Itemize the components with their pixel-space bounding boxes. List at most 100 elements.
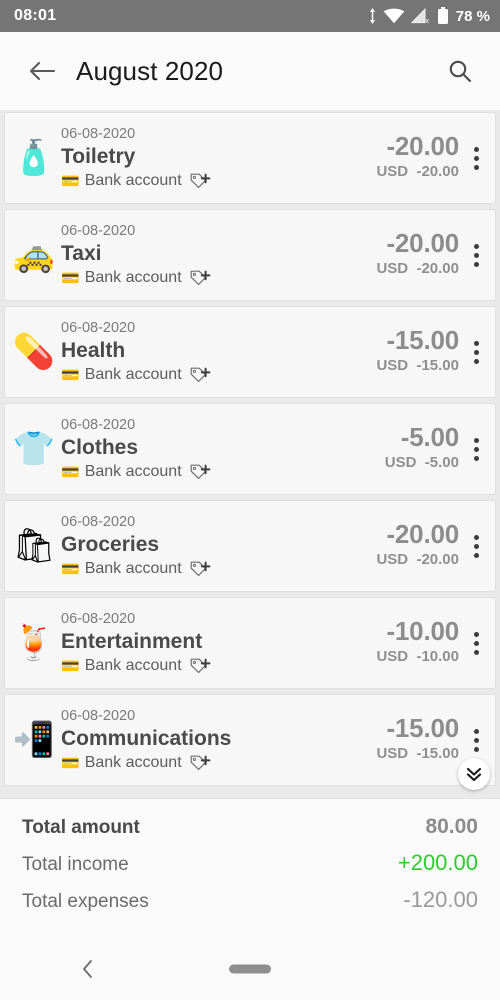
transaction-category: Health xyxy=(61,338,126,362)
credit-card-icon: 💳 xyxy=(61,560,80,578)
transaction-list[interactable]: 🧴 06-08-2020 Toiletry 💳 Bank account -20.00 US… xyxy=(0,110,500,798)
summary-row-total-amount: Total amount 80.00 xyxy=(22,815,478,839)
total-income-label: Total income xyxy=(22,854,129,875)
transaction-category: Toiletry xyxy=(61,144,136,168)
app-root: 08:01 x 78 % August 2020 🧴 06-08-2020 To… xyxy=(0,0,500,1000)
transaction-row[interactable]: 🧴 06-08-2020 Toiletry 💳 Bank account -20.00 US… xyxy=(4,112,496,204)
tag-add-icon[interactable] xyxy=(189,172,211,190)
transaction-account: Bank account xyxy=(84,657,182,675)
credit-card-icon: 💳 xyxy=(61,366,80,384)
transaction-menu-button[interactable] xyxy=(463,523,489,569)
battery-icon xyxy=(437,7,448,24)
transaction-menu-button[interactable] xyxy=(463,232,489,278)
credit-card-icon: 💳 xyxy=(61,657,80,675)
system-nav-bar xyxy=(0,938,500,1000)
cellular-signal-off-icon: x xyxy=(410,8,429,24)
transaction-row[interactable]: 🛍 06-08-2020 Groceries 💳 Bank account -20.00 U… xyxy=(4,500,496,592)
transaction-menu-button[interactable] xyxy=(463,620,489,666)
credit-card-icon: 💳 xyxy=(61,269,80,287)
summary-panel: Total amount 80.00 Total income +200.00 … xyxy=(0,798,500,938)
transaction-converted-value: -20.00 xyxy=(416,551,459,569)
transaction-date: 06-08-2020 xyxy=(61,126,136,143)
home-indicator-pill[interactable] xyxy=(229,964,271,974)
transaction-menu-button[interactable] xyxy=(463,717,489,763)
transaction-row[interactable]: 🍹 06-08-2020 Entertainment 💳 Bank account -10… xyxy=(4,597,496,689)
transaction-account: Bank account xyxy=(84,463,182,481)
toiletry-icon: 🧴 xyxy=(12,139,56,177)
transaction-row[interactable]: 📲 06-08-2020 Communications 💳 Bank account -1… xyxy=(4,694,496,786)
summary-row-total-income: Total income +200.00 xyxy=(22,850,478,876)
kebab-dot xyxy=(473,243,479,249)
transaction-converted-value: -10.00 xyxy=(416,648,459,666)
kebab-dot xyxy=(473,455,479,461)
data-transfer-icon xyxy=(369,8,375,24)
transaction-details: 06-08-2020 Toiletry 💳 Bank account xyxy=(59,125,341,190)
transaction-date: 06-08-2020 xyxy=(61,417,136,434)
transaction-menu-button[interactable] xyxy=(463,329,489,375)
transaction-account: Bank account xyxy=(84,560,182,578)
transaction-date: 06-08-2020 xyxy=(61,320,136,337)
transaction-account-row: 💳 Bank account xyxy=(61,656,341,675)
transaction-amounts: -15.00 USD -15.00 xyxy=(341,326,461,378)
transaction-amount: -15.00 xyxy=(386,713,459,744)
kebab-dot xyxy=(473,640,479,646)
taxi-icon: 🚕 xyxy=(12,236,56,274)
kebab-dot xyxy=(473,746,479,752)
scroll-to-bottom-button[interactable] xyxy=(458,758,490,790)
transaction-amount: -15.00 xyxy=(386,325,459,356)
transaction-currency: USD xyxy=(376,357,409,375)
transaction-amounts: -20.00 USD -20.00 xyxy=(341,229,461,281)
kebab-dot xyxy=(473,349,479,355)
transaction-currency: USD xyxy=(376,745,409,763)
transaction-amounts: -5.00 USD -5.00 xyxy=(341,423,461,475)
status-icon-group: x 78 % xyxy=(368,7,490,25)
transaction-account: Bank account xyxy=(84,754,182,772)
credit-card-icon: 💳 xyxy=(61,172,80,190)
transaction-converted-value: -15.00 xyxy=(416,745,459,763)
transaction-menu-button[interactable] xyxy=(463,135,489,181)
transaction-currency: USD xyxy=(376,648,409,666)
arrow-left-icon xyxy=(29,61,56,81)
tag-add-icon[interactable] xyxy=(189,366,211,384)
transaction-converted-value: -20.00 xyxy=(416,163,459,181)
transaction-account-row: 💳 Bank account xyxy=(61,462,341,481)
total-expenses-value: -120.00 xyxy=(403,887,478,912)
transaction-category: Clothes xyxy=(61,435,139,459)
transaction-amount: -5.00 xyxy=(400,422,459,453)
transaction-row[interactable]: 🚕 06-08-2020 Taxi 💳 Bank account -20.00 USD -2… xyxy=(4,209,496,301)
svg-text:x: x xyxy=(425,18,429,24)
kebab-dot xyxy=(473,552,479,558)
search-button[interactable] xyxy=(438,49,482,93)
total-expenses-label: Total expenses xyxy=(22,891,149,912)
transaction-account-row: 💳 Bank account xyxy=(61,365,341,384)
transaction-menu-button[interactable] xyxy=(463,426,489,472)
transaction-converted-amount: USD -20.00 xyxy=(376,258,459,281)
transaction-currency: USD xyxy=(376,551,409,569)
clothes-icon: 👕 xyxy=(12,430,56,468)
battery-percent-label: 78 % xyxy=(455,7,490,25)
transaction-category: Taxi xyxy=(61,241,102,265)
system-back-button[interactable] xyxy=(80,958,96,980)
transaction-details: 06-08-2020 Clothes 💳 Bank account xyxy=(59,416,341,481)
transaction-converted-amount: USD -15.00 xyxy=(376,355,459,378)
transaction-details: 06-08-2020 Communications 💳 Bank account xyxy=(59,707,341,772)
transaction-row[interactable]: 👕 06-08-2020 Clothes 💳 Bank account -5.00 USD … xyxy=(4,403,496,495)
kebab-dot xyxy=(473,155,479,161)
tag-add-icon[interactable] xyxy=(189,754,211,772)
transaction-converted-value: -15.00 xyxy=(416,357,459,375)
groceries-icon: 🛍 xyxy=(12,527,56,565)
tag-add-icon[interactable] xyxy=(189,657,211,675)
tag-add-icon[interactable] xyxy=(189,560,211,578)
wifi-icon xyxy=(383,8,405,24)
kebab-dot xyxy=(473,252,479,258)
kebab-dot xyxy=(473,543,479,549)
back-button[interactable] xyxy=(20,49,64,93)
tag-add-icon[interactable] xyxy=(189,463,211,481)
transaction-row[interactable]: 💊 06-08-2020 Health 💳 Bank account -15.00 USD … xyxy=(4,306,496,398)
double-chevron-down-icon xyxy=(466,767,482,782)
tag-add-icon[interactable] xyxy=(189,269,211,287)
kebab-dot xyxy=(473,358,479,364)
total-amount-label: Total amount xyxy=(22,817,140,838)
transaction-category: Communications xyxy=(61,726,232,750)
transaction-converted-amount: USD -10.00 xyxy=(376,646,459,669)
